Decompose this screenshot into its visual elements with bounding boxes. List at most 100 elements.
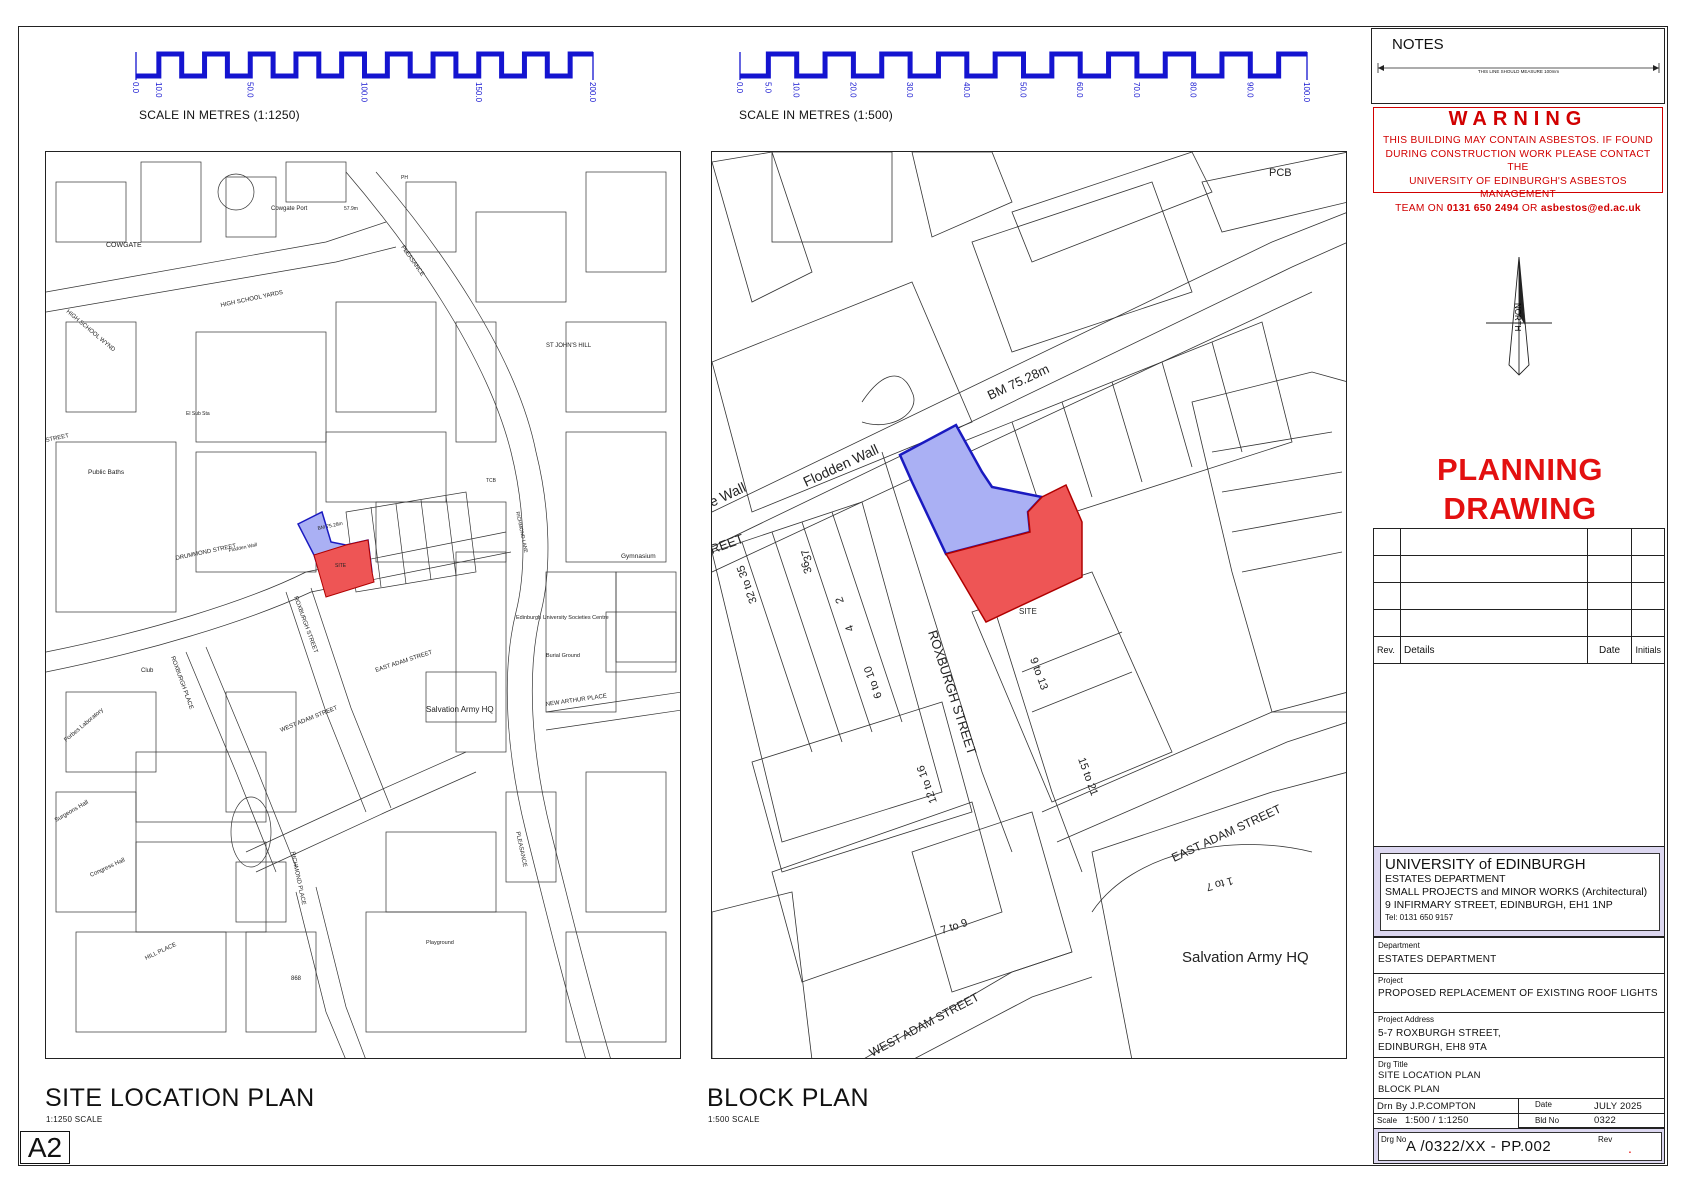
label-pleasance-top: PLEASANCE bbox=[399, 245, 425, 278]
label-cowgate-port: Cowgate Port bbox=[271, 206, 308, 212]
scale-tick-label: 10.0 bbox=[154, 82, 163, 98]
measure-line-caption: THIS LINE SHOULD MEASURE 100mm bbox=[1477, 69, 1560, 74]
planning-line-1: PLANNING bbox=[1437, 452, 1603, 487]
warning-title: WARNING bbox=[1448, 108, 1588, 130]
warning-line-1: THIS BUILDING MAY CONTAIN ASBESTOS. IF F… bbox=[1383, 135, 1653, 146]
warning-email[interactable]: asbestos@ed.ac.uk bbox=[1541, 203, 1641, 214]
warning-phone: 0131 650 2494 bbox=[1446, 202, 1519, 214]
block-label-east-adam-street: EAST ADAM STREET bbox=[1169, 801, 1284, 864]
block-label-6-10: 6 to 10 bbox=[862, 664, 885, 700]
label-st-johns-hill: ST JOHN'S HILL bbox=[546, 343, 592, 349]
label-burial-ground: Burial Ground bbox=[546, 653, 580, 659]
warning-line-3: UNIVERSITY OF EDINBURGH'S ASBESTOS MANAG… bbox=[1409, 175, 1627, 201]
block-label-bm: BM 75.28m bbox=[985, 361, 1052, 403]
scale-tick-label: 0.0 bbox=[735, 82, 744, 94]
label-pleasance-bottom: PLEASANCE bbox=[514, 831, 527, 867]
project-address-line-1: 5-7 ROXBURGH STREET, bbox=[1378, 1028, 1501, 1039]
bld-no-value: 0322 bbox=[1594, 1115, 1616, 1126]
scale-label-500: SCALE IN METRES (1:500) bbox=[739, 108, 893, 122]
north-arrow-icon: NORTH bbox=[1486, 256, 1552, 376]
university-unit: SMALL PROJECTS and MINOR WORKS (Architec… bbox=[1385, 886, 1648, 898]
scale-tick-label: 150.0 bbox=[474, 82, 483, 103]
block-label-37: 37 bbox=[799, 547, 814, 563]
drawing-number: A /0322/XX - PP.002 bbox=[1406, 1138, 1552, 1155]
university-address: 9 INFIRMARY STREET, EDINBURGH, EH1 1NP bbox=[1385, 899, 1613, 911]
warning-or: OR bbox=[1518, 202, 1541, 214]
label-tcb: TCB bbox=[486, 478, 497, 484]
university-dept: ESTATES DEPARTMENT bbox=[1385, 873, 1506, 885]
block-label-9-13: 9 to 13 bbox=[1027, 656, 1050, 692]
warning-text: THIS BUILDING MAY CONTAIN ASBESTOS. IF F… bbox=[1376, 134, 1660, 215]
revision-caption: Rev bbox=[1598, 1135, 1613, 1144]
block-label-1-7: 1 to 7 bbox=[1205, 874, 1235, 893]
block-label-roxburgh-street: ROXBURGH STREET bbox=[925, 628, 979, 756]
label-roxburgh-street: ROXBURGH STREET bbox=[292, 596, 318, 655]
scale-tick-label: 100.0 bbox=[1302, 82, 1311, 103]
label-richmond-lane: RICHMOND LANE bbox=[514, 511, 529, 554]
block-label-salvation-army: Salvation Army HQ bbox=[1182, 949, 1309, 966]
scale-bar-500: 0.0 5.0 10.0 20.0 30.0 40.0 50.0 60.0 70.0 80.0 90… bbox=[735, 51, 1320, 112]
revision-value: . bbox=[1628, 1140, 1632, 1156]
scale-tick-label: 40.0 bbox=[962, 82, 971, 98]
block-label-flodden-wall: Flodden Wall bbox=[801, 441, 881, 490]
university-info-box: UNIVERSITY of EDINBURGH ESTATES DEPARTME… bbox=[1380, 853, 1660, 931]
label-forbes-lab: Forbes Laboratory bbox=[63, 707, 104, 743]
scale-tick-label: 0.0 bbox=[131, 82, 140, 94]
label-el-sub: El Sub Sta bbox=[186, 411, 210, 417]
scale-tick-label: 20.0 bbox=[848, 82, 857, 98]
project-caption: Project bbox=[1378, 976, 1403, 985]
scale-bar-1250: 0.0 10.0 50.0 100.0 150.0 200.0 bbox=[131, 51, 606, 112]
block-label-7-9: 7 to 9 bbox=[939, 917, 969, 937]
scale-tick-label: 90.0 bbox=[1245, 82, 1254, 98]
scale-label-1250: SCALE IN METRES (1:1250) bbox=[139, 108, 300, 122]
label-societies-centre: Edinburgh University Societies Centre bbox=[516, 615, 609, 621]
date-value: JULY 2025 bbox=[1594, 1101, 1642, 1112]
block-plan-title: BLOCK PLAN bbox=[707, 1084, 870, 1112]
bld-no-caption: Bld No bbox=[1535, 1116, 1560, 1125]
university-name: UNIVERSITY of EDINBURGH bbox=[1385, 856, 1586, 873]
university-tel: Tel: 0131 650 9157 bbox=[1385, 913, 1454, 922]
label-cowgate: COWGATE bbox=[106, 242, 142, 249]
department-caption: Department bbox=[1378, 941, 1420, 950]
sheet-size-label: A2 bbox=[20, 1131, 70, 1164]
project-value: PROPOSED REPLACEMENT OF EXISTING ROOF LI… bbox=[1378, 988, 1658, 999]
scale-bar-1250-graphic: 0.0 10.0 50.0 100.0 150.0 200.0 bbox=[131, 51, 597, 103]
north-label: NORTH bbox=[1513, 303, 1522, 332]
date-caption: Date bbox=[1535, 1100, 1552, 1109]
scale-tick-label: 80.0 bbox=[1189, 82, 1198, 98]
label-gymnasium: Gymnasium bbox=[621, 553, 656, 560]
block-label-pcb: PCB bbox=[1269, 167, 1292, 179]
warning-line-4: TEAM ON 0131 650 2494 OR asbestos@ed.ac.… bbox=[1376, 202, 1660, 216]
block-label-4: 4 bbox=[843, 623, 856, 633]
block-plan-subtitle: 1:500 SCALE bbox=[708, 1115, 760, 1124]
scale-tick-label: 30.0 bbox=[905, 82, 914, 98]
notes-title: NOTES bbox=[1392, 36, 1444, 53]
scale-caption: Scale bbox=[1377, 1116, 1398, 1125]
drawing-title-line-2: BLOCK PLAN bbox=[1378, 1084, 1440, 1095]
site-location-plan-subtitle: 1:1250 SCALE bbox=[46, 1115, 103, 1124]
scale-value: 1:500 / 1:1250 bbox=[1405, 1115, 1469, 1126]
scale-bar-500-graphic: 0.0 5.0 10.0 20.0 30.0 40.0 50.0 60.0 70.0 80.0 90… bbox=[735, 51, 1311, 103]
label-spot-height: 57.9m bbox=[344, 206, 358, 212]
block-label-2: 2 bbox=[833, 595, 846, 605]
label-drummond-street: DRUMMOND STREET bbox=[175, 543, 237, 562]
label-high-school-wynd: HIGH SCHOOL WYND bbox=[65, 309, 117, 354]
label-playground: Playground bbox=[426, 940, 454, 946]
block-label-street-fragment: REET bbox=[712, 531, 746, 557]
label-new-arthur-place: NEW ARTHUR PLACE bbox=[545, 693, 607, 708]
label-high-school-yards: HIGH SCHOOL YARDS bbox=[220, 290, 283, 309]
site-location-map[interactable]: COWGATE Cowgate Port HIGH SCHOOL YARDS H… bbox=[45, 151, 681, 1059]
department-value: ESTATES DEPARTMENT bbox=[1378, 954, 1497, 965]
label-west-adam-street: WEST ADAM STREET bbox=[280, 705, 339, 734]
label-roxburgh-place: ROXBURGH PLACE bbox=[169, 656, 194, 711]
warning-line-2: DURING CONSTRUCTION WORK PLEASE CONTACT … bbox=[1385, 148, 1651, 174]
block-label-site: SITE bbox=[1019, 607, 1037, 616]
label-east-adam-street: EAST ADAM STREET bbox=[375, 650, 434, 674]
label-ph: PH bbox=[401, 175, 408, 181]
label-salvation-army-small: Salvation Army HQ bbox=[426, 705, 494, 714]
drawn-by: Drn By J.P.COMPTON bbox=[1377, 1101, 1476, 1112]
warning-team-prefix: TEAM ON bbox=[1395, 202, 1447, 214]
block-label-west-adam-street: WEST ADAM STREET bbox=[867, 989, 982, 1059]
scale-tick-label: 200.0 bbox=[588, 82, 597, 103]
block-plan-map[interactable]: PCB BM 75.28m Flodden Wall e Wall REET R… bbox=[711, 151, 1347, 1059]
